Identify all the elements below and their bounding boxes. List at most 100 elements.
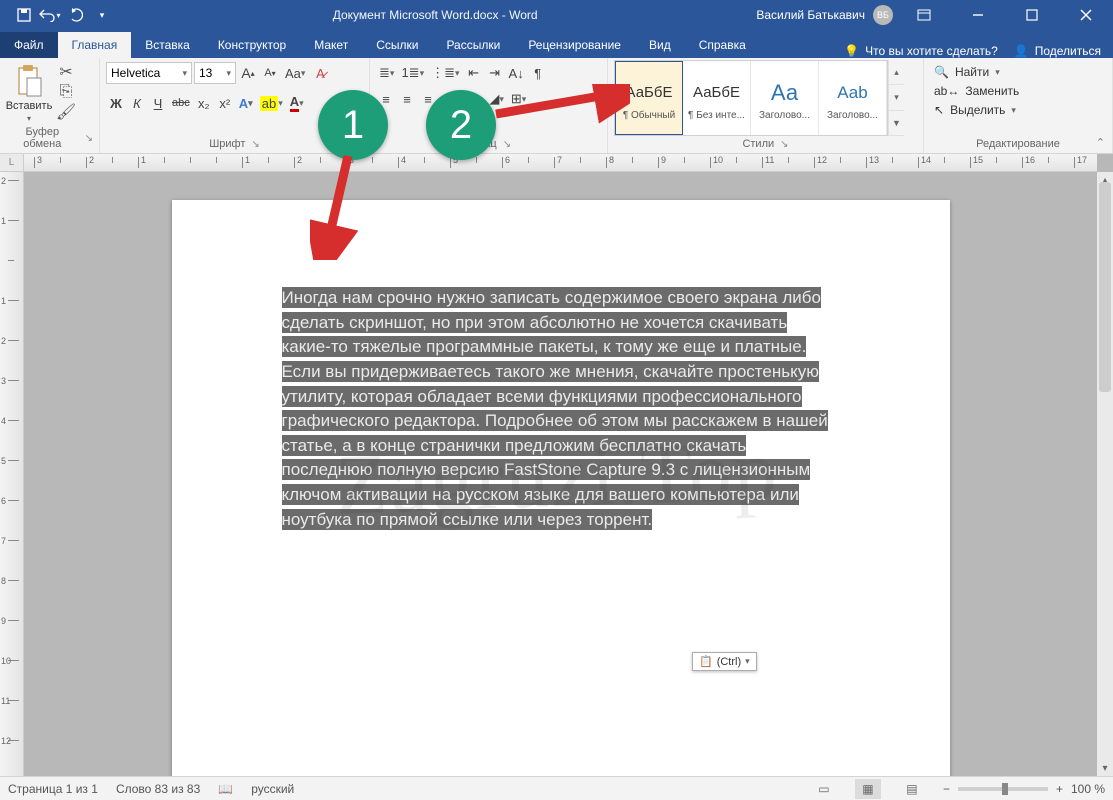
page-number[interactable]: Страница 1 из 1	[8, 782, 98, 796]
zoom-slider[interactable]	[958, 787, 1048, 791]
clipboard-group-label: Буфер обмена	[6, 126, 79, 150]
gallery-down-icon[interactable]: ▾	[889, 85, 904, 110]
spellcheck-icon[interactable]: 📖	[218, 782, 233, 796]
tab-вид[interactable]: Вид	[635, 32, 685, 58]
zoom-level[interactable]: 100 %	[1071, 782, 1105, 796]
clipboard-small-icon: 📋	[699, 655, 713, 668]
decrease-indent-icon[interactable]: ⇤	[464, 62, 484, 84]
show-marks-icon[interactable]: ¶	[528, 62, 548, 84]
font-color-button[interactable]: A▾	[287, 92, 307, 114]
align-center-icon[interactable]: ≡	[397, 88, 417, 110]
increase-indent-icon[interactable]: ⇥	[485, 62, 505, 84]
tab-главная[interactable]: Главная	[58, 32, 132, 58]
tab-справка[interactable]: Справка	[685, 32, 760, 58]
styles-group-label: Стили	[742, 138, 774, 150]
cut-icon[interactable]: ✂	[56, 63, 76, 81]
lightbulb-icon: 💡	[844, 44, 859, 58]
document-scroll-area[interactable]: Иногда нам срочно нужно записать содержи…	[24, 172, 1097, 776]
font-name-dropdown[interactable]: Helvetica▾	[106, 62, 192, 84]
maximize-button[interactable]	[1009, 0, 1055, 30]
document-title: Документ Microsoft Word.docx - Word	[114, 8, 756, 22]
tab-рассылки[interactable]: Рассылки	[432, 32, 514, 58]
share-button[interactable]: 👤 Поделиться	[1014, 44, 1101, 58]
borders-icon[interactable]: ⊞▾	[508, 88, 529, 110]
underline-button[interactable]: Ч	[148, 92, 168, 114]
qat-customize-icon[interactable]: ▾	[90, 3, 114, 27]
highlight-button[interactable]: ab▾	[257, 92, 286, 114]
multilevel-list-icon[interactable]: ⋮≣▾	[428, 62, 462, 84]
copy-icon[interactable]: ⎘	[56, 83, 76, 101]
read-mode-icon[interactable]: ▭	[811, 779, 837, 799]
paste-button[interactable]: Вставить ▾	[6, 60, 52, 123]
word-count[interactable]: Слово 83 из 83	[116, 782, 200, 796]
tell-me-search[interactable]: 💡 Что вы хотите сделать?	[844, 44, 998, 58]
cursor-icon: ↖	[934, 103, 944, 117]
clipboard-icon	[15, 64, 43, 98]
clear-formatting-icon[interactable]: A̷	[310, 62, 330, 84]
vertical-ruler[interactable]: 2112345678910111213	[0, 172, 24, 776]
style-normal[interactable]: АаБбЕ¶ Обычный	[615, 61, 683, 135]
close-button[interactable]	[1063, 0, 1109, 30]
scroll-down-icon[interactable]: ▾	[1097, 760, 1113, 776]
font-size-dropdown[interactable]: 13▾	[194, 62, 236, 84]
style-heading1[interactable]: АаЗаголово...	[751, 61, 819, 135]
tab-вставка[interactable]: Вставка	[131, 32, 204, 58]
tab-макет[interactable]: Макет	[300, 32, 362, 58]
style-heading2[interactable]: АаbЗаголово...	[819, 61, 887, 135]
ribbon-tabs: Файл ГлавнаяВставкаКонструкторМакетСсылк…	[0, 30, 1113, 58]
tab-file[interactable]: Файл	[0, 32, 58, 58]
grow-font-icon[interactable]: A▴	[238, 62, 258, 84]
redo-icon[interactable]	[64, 3, 88, 27]
paste-label: Вставить	[6, 100, 53, 112]
shrink-font-icon[interactable]: A▾	[260, 62, 280, 84]
language-indicator[interactable]: русский	[251, 782, 294, 796]
ribbon-display-icon[interactable]	[901, 0, 947, 30]
editing-group-label: Редактирование	[976, 138, 1060, 150]
bullets-icon[interactable]: ≣▾	[376, 62, 397, 84]
format-painter-icon[interactable]: 🖌	[56, 103, 76, 121]
superscript-button[interactable]: x²	[215, 92, 235, 114]
subscript-button[interactable]: x₂	[194, 92, 214, 114]
gallery-more-icon[interactable]: ▼	[889, 111, 904, 136]
user-name: Василий Батькавич	[756, 8, 865, 22]
selected-paragraph[interactable]: Иногда нам срочно нужно записать содержи…	[282, 286, 840, 532]
tab-ссылки[interactable]: Ссылки	[362, 32, 432, 58]
tell-me-label: Что вы хотите сделать?	[865, 44, 998, 58]
user-avatar[interactable]: ВБ	[873, 5, 893, 25]
find-button[interactable]: 🔍Найти▾	[930, 64, 1004, 80]
ribbon: Вставить ▾ ✂ ⎘ 🖌 Буфер обмена ↘ Helvetica…	[0, 58, 1113, 154]
zoom-out-icon[interactable]: −	[943, 782, 950, 796]
change-case-icon[interactable]: Aa▾	[282, 62, 308, 84]
collapse-ribbon-icon[interactable]: ⌃	[1096, 136, 1105, 149]
styles-dialog-launcher[interactable]: ↘	[780, 139, 788, 150]
save-icon[interactable]	[12, 3, 36, 27]
web-layout-icon[interactable]: ▤	[899, 779, 925, 799]
share-icon: 👤	[1014, 44, 1029, 58]
select-button[interactable]: ↖Выделить▾	[930, 102, 1020, 118]
clipboard-dialog-launcher[interactable]: ↘	[85, 133, 93, 144]
replace-button[interactable]: ab↔Заменить	[930, 83, 1023, 99]
workspace: L 3211234567891011121314151617 211234567…	[0, 154, 1113, 776]
style-normal[interactable]: АаБбЕ¶ Без инте...	[683, 61, 751, 135]
paste-options-popup[interactable]: 📋 (Ctrl) ▾	[692, 652, 757, 671]
zoom-control: − + 100 %	[943, 782, 1105, 796]
bold-button[interactable]: Ж	[106, 92, 126, 114]
scrollbar-thumb[interactable]	[1099, 182, 1111, 392]
minimize-button[interactable]	[955, 0, 1001, 30]
page: Иногда нам срочно нужно записать содержи…	[172, 200, 950, 776]
gallery-up-icon[interactable]: ▴	[889, 60, 904, 85]
tab-рецензирование[interactable]: Рецензирование	[514, 32, 635, 58]
tab-конструктор[interactable]: Конструктор	[204, 32, 300, 58]
font-dialog-launcher[interactable]: ↘	[251, 139, 259, 150]
sort-icon[interactable]: A↓	[506, 62, 527, 84]
strikethrough-button[interactable]: abc	[169, 92, 193, 114]
text-effects-button[interactable]: A▾	[236, 92, 256, 114]
horizontal-ruler[interactable]: 3211234567891011121314151617	[24, 154, 1097, 172]
zoom-in-icon[interactable]: +	[1056, 782, 1063, 796]
italic-button[interactable]: К	[127, 92, 147, 114]
print-layout-icon[interactable]: ▦	[855, 779, 881, 799]
vertical-scrollbar[interactable]: ▴ ▾	[1097, 172, 1113, 776]
undo-icon[interactable]: ▾	[38, 3, 62, 27]
paragraph-dialog-launcher[interactable]: ↘	[503, 139, 511, 150]
numbering-icon[interactable]: 1≣▾	[398, 62, 427, 84]
